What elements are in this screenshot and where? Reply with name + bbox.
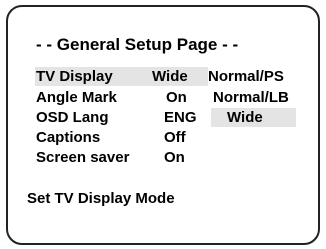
setting-label: Screen saver <box>36 149 130 166</box>
option-normal-lb[interactable]: Normal/LB <box>213 88 289 107</box>
setting-value: Off <box>164 129 186 146</box>
setting-label: Angle Mark <box>36 89 117 106</box>
option-wide[interactable]: Wide <box>227 108 263 127</box>
page-title: - - General Setup Page - - <box>36 35 239 54</box>
setting-value: ENG <box>164 109 197 126</box>
setting-value: Wide <box>152 68 188 85</box>
option-normal-ps[interactable]: Normal/PS <box>208 67 284 86</box>
setting-value: On <box>164 149 185 166</box>
setting-label: TV Display <box>36 68 113 85</box>
setting-value: On <box>166 89 187 106</box>
setting-label: Captions <box>36 129 101 146</box>
status-message: Set TV Display Mode <box>27 190 175 207</box>
setting-label: OSD Lang <box>36 109 109 126</box>
